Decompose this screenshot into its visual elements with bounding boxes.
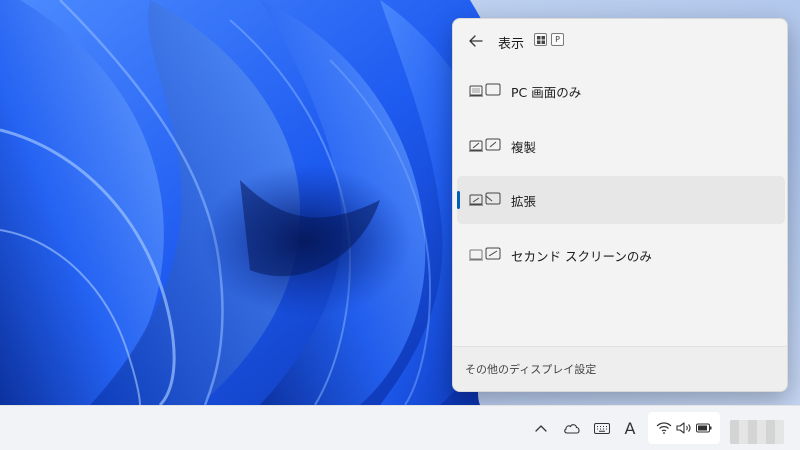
chevron-up-icon <box>535 425 547 432</box>
option-duplicate[interactable]: 複製 <box>457 122 785 170</box>
quick-settings-button[interactable] <box>648 412 720 444</box>
flyout-title: 表示 <box>498 37 525 52</box>
battery-icon <box>696 423 712 433</box>
back-arrow-icon <box>469 35 483 47</box>
volume-icon <box>676 422 691 434</box>
duplicate-icon <box>469 138 501 152</box>
taskbar: A <box>0 405 800 450</box>
ime-mode-indicator[interactable]: A <box>620 415 640 441</box>
option-second-screen-only[interactable]: セカンド スクリーンのみ <box>457 231 785 279</box>
flyout-header: 表示 P <box>453 19 787 63</box>
option-label: 拡張 <box>511 194 537 209</box>
option-extend[interactable]: 拡張 <box>457 176 785 224</box>
pc-screen-only-icon <box>469 83 501 97</box>
keyboard-icon <box>594 422 610 434</box>
flyout-footer: その他のディスプレイ設定 <box>453 346 787 391</box>
wifi-icon <box>656 422 672 434</box>
option-label: 複製 <box>511 140 537 155</box>
more-display-settings-link[interactable]: その他のディスプレイ設定 <box>465 361 596 377</box>
back-button[interactable] <box>463 29 489 53</box>
show-hidden-icons-button[interactable] <box>530 415 552 441</box>
touch-keyboard-button[interactable] <box>591 415 613 441</box>
windows-key-icon <box>534 33 547 46</box>
onedrive-button[interactable] <box>560 415 584 441</box>
cloud-icon <box>564 424 580 434</box>
option-label: PC 画面のみ <box>511 85 582 100</box>
option-pc-screen-only[interactable]: PC 画面のみ <box>457 67 785 115</box>
p-key-label: P <box>551 33 564 46</box>
extend-icon <box>469 192 501 206</box>
project-display-flyout: 表示 P PC 画面のみ 複製 拡張 セカンド スクリーンのみ その他のディスプ… <box>452 18 788 392</box>
second-screen-only-icon <box>469 247 501 261</box>
clock-area-blurred[interactable] <box>730 420 784 444</box>
option-label: セカンド スクリーンのみ <box>511 249 652 264</box>
selection-indicator <box>457 191 460 209</box>
